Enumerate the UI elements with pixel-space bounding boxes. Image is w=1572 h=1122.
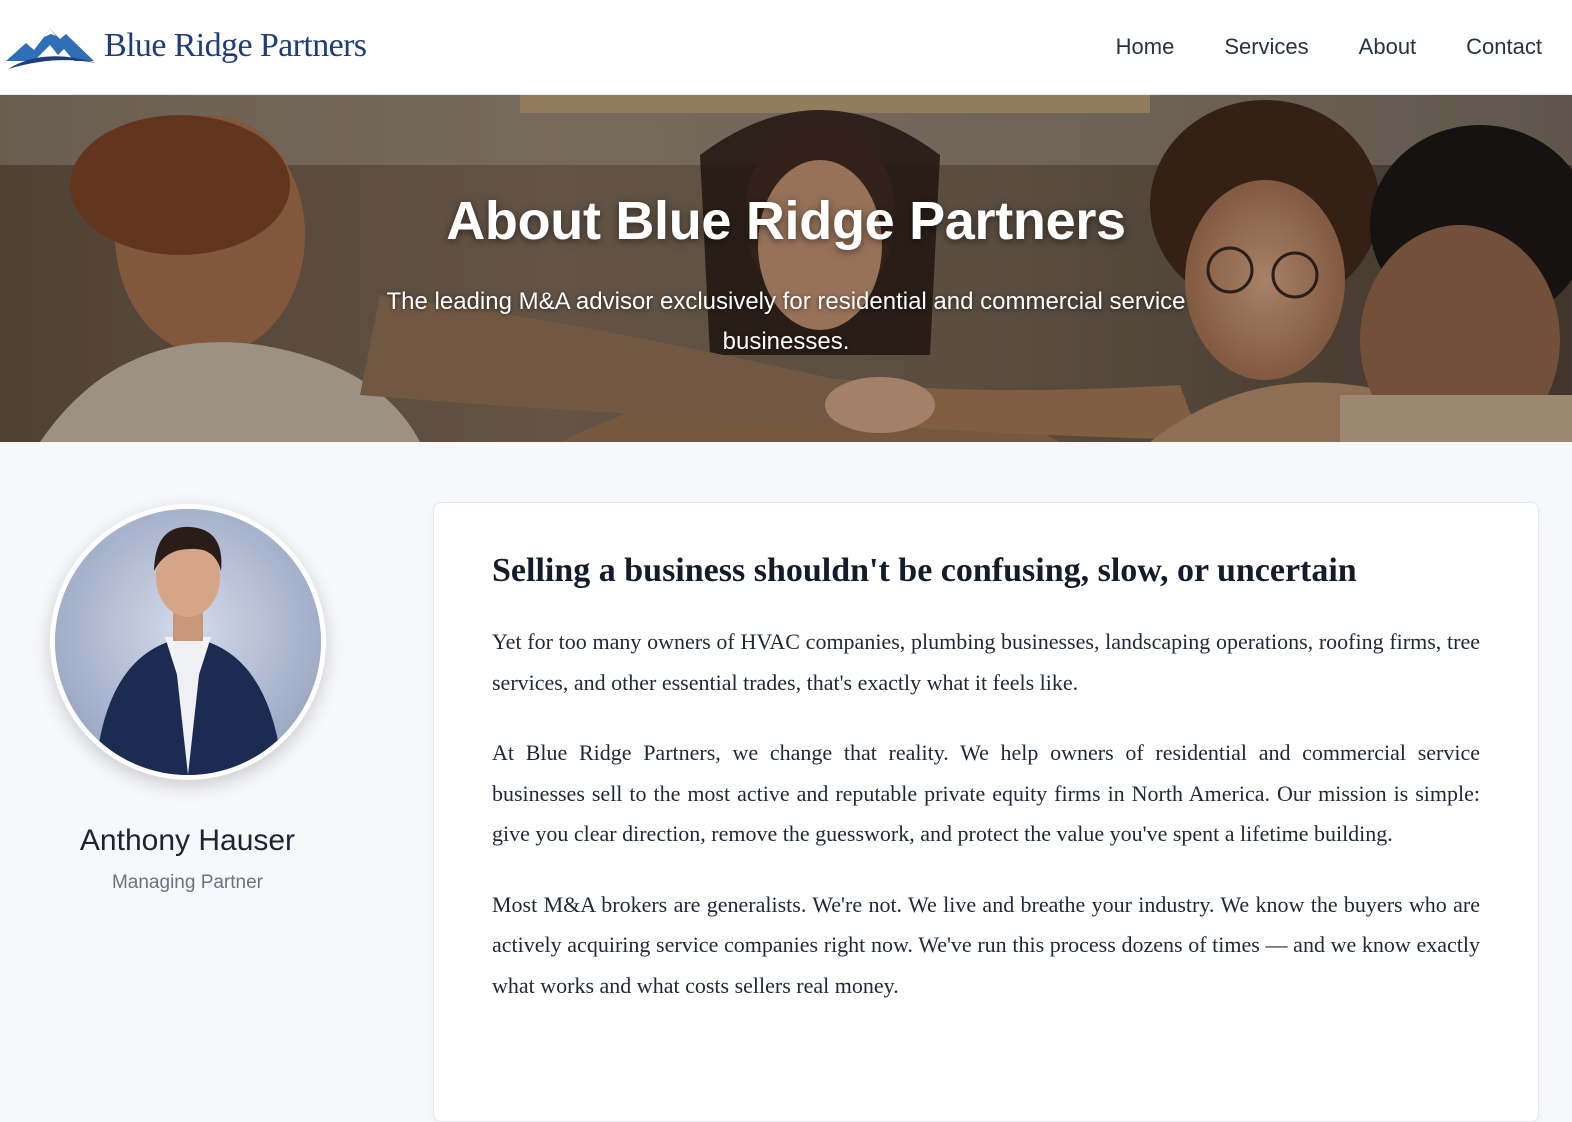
main-nav: Home Services About Contact: [1116, 34, 1542, 60]
nav-services-link[interactable]: Services: [1224, 34, 1308, 60]
content-paragraph: At Blue Ridge Partners, we change that r…: [492, 740, 1480, 846]
hero-title: About Blue Ridge Partners: [446, 191, 1126, 251]
content-heading: Selling a business shouldn't be confusin…: [492, 552, 1357, 589]
mountain-logo-icon: [6, 29, 96, 69]
hero-subtitle: The leading M&A advisor exclusively for …: [386, 288, 1186, 355]
content-paragraph: Most M&A brokers are generalists. We're …: [492, 891, 1480, 998]
person-photo-icon: [54, 509, 321, 775]
content-paragraph: Yet for too many owners of HVAC companie…: [492, 629, 1480, 695]
partner-profile: Anthony Hauser Managing Partner: [0, 442, 375, 1098]
hero-content: About Blue Ridge Partners The leading M&…: [0, 95, 1572, 442]
profile-role: Managing Partner: [111, 872, 264, 893]
brand-logo[interactable]: Blue Ridge Partners: [4, 0, 367, 95]
site-header: Blue Ridge Partners Home Services About …: [0, 0, 1572, 95]
brand-name: Blue Ridge Partners: [104, 27, 367, 64]
nav-contact-link[interactable]: Contact: [1466, 34, 1542, 60]
about-content-card: Selling a business shouldn't be confusin…: [433, 502, 1539, 1122]
nav-about-link[interactable]: About: [1359, 34, 1417, 60]
hero-banner: About Blue Ridge Partners The leading M&…: [0, 95, 1572, 442]
nav-home-link[interactable]: Home: [1116, 34, 1175, 60]
avatar: [49, 504, 326, 780]
profile-name: Anthony Hauser: [79, 824, 296, 857]
